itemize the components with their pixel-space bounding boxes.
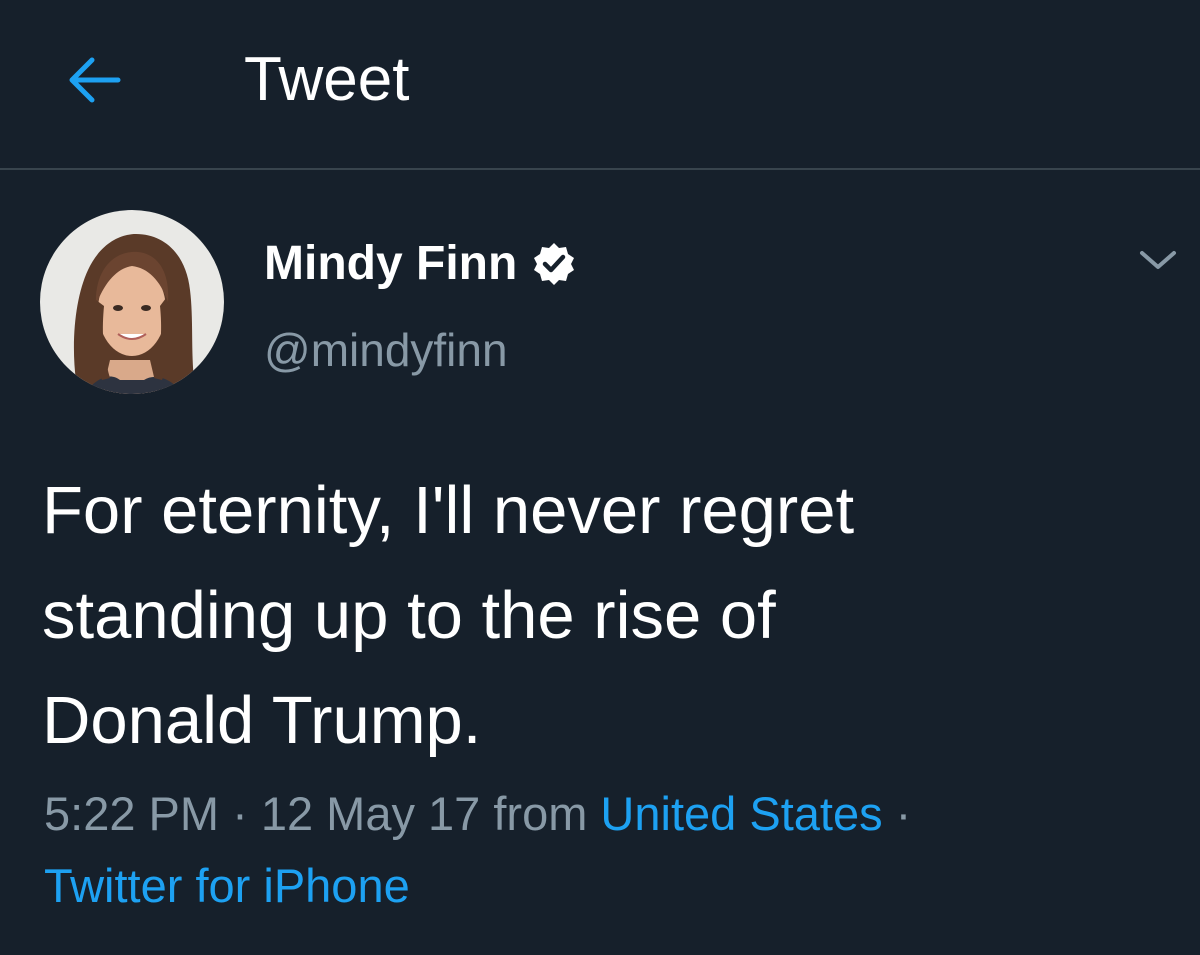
meta-separator: · — [219, 787, 261, 840]
tweet-text-line: standing up to the rise of — [42, 578, 776, 653]
tweet-meta: 5:22 PM · 12 May 17 from United States ·… — [44, 778, 1164, 922]
back-button[interactable] — [52, 44, 136, 116]
source-client-link[interactable]: Twitter for iPhone — [44, 859, 410, 912]
tweet-text: For eternity, I'll never regret standing… — [42, 458, 1152, 773]
profile-photo — [40, 210, 224, 394]
tweet-time[interactable]: 5:22 PM — [44, 787, 219, 840]
author-name[interactable]: Mindy Finn — [264, 232, 517, 296]
author-row: Mindy Finn — [264, 232, 577, 296]
verified-badge-icon — [531, 241, 577, 287]
meta-separator: · — [882, 787, 912, 840]
author-handle[interactable]: @mindyfinn — [264, 320, 508, 380]
page-title: Tweet — [244, 45, 410, 114]
tweet-menu-button[interactable] — [1132, 240, 1184, 280]
top-app-bar: Tweet — [0, 0, 1200, 170]
location-link[interactable]: United States — [600, 787, 882, 840]
from-label: from — [480, 787, 601, 840]
tweet-text-line: Donald Trump. — [42, 683, 482, 758]
tweet-date[interactable]: 12 May 17 — [261, 787, 480, 840]
arrow-left-icon — [69, 57, 121, 103]
tweet-text-line: For eternity, I'll never regret — [42, 473, 855, 548]
chevron-down-icon — [1140, 251, 1176, 269]
avatar[interactable] — [40, 210, 224, 394]
tweet-screen: Tweet Mindy Finn @mindyfinn For eternity… — [0, 0, 1200, 955]
